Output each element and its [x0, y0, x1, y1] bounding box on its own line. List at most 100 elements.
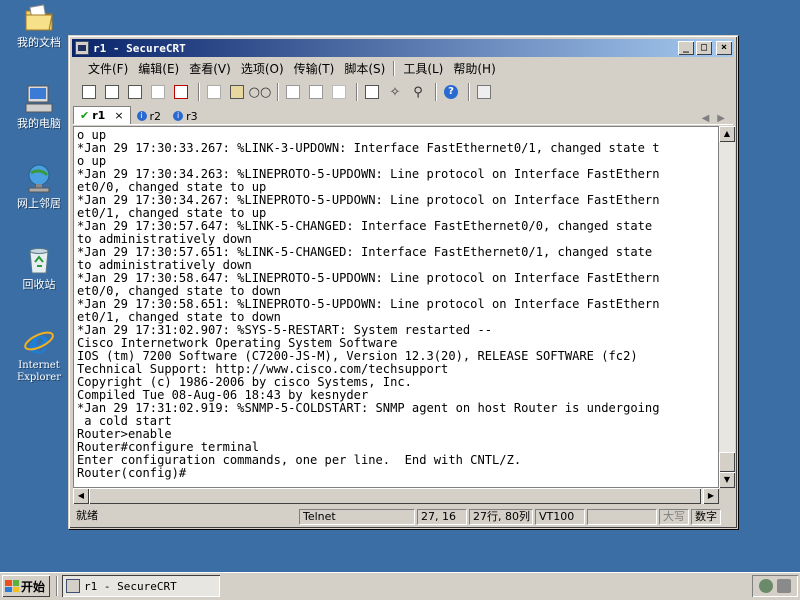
- map-keys-icon[interactable]: [474, 82, 494, 102]
- status-protocol: Telnet: [299, 509, 415, 525]
- toolbar-separator: [468, 83, 470, 101]
- status-caps-lock: 大写: [659, 509, 689, 525]
- tab-scroll-left-icon[interactable]: ◀: [702, 113, 710, 124]
- windows-flag-icon: [5, 580, 19, 592]
- menu-tools[interactable]: 工具(L): [398, 60, 448, 77]
- vertical-scrollbar[interactable]: ▲ ▼: [719, 126, 735, 488]
- desktop-icon-label: 网上邻居: [17, 197, 61, 210]
- menu-script[interactable]: 脚本(S): [339, 60, 390, 77]
- desktop-icon-label: Internet Explorer: [16, 360, 62, 383]
- disconnect-icon[interactable]: [171, 82, 191, 102]
- copy-icon[interactable]: [204, 82, 224, 102]
- tab-scroll-arrows: ◀ ▶: [702, 113, 733, 124]
- session-tab-bar: ✔ r1 × i r2 i r3 ◀ ▶: [73, 106, 733, 125]
- system-tray: [752, 575, 798, 597]
- tray-network-icon[interactable]: [759, 579, 773, 593]
- paste-icon[interactable]: [227, 82, 247, 102]
- securecrt-window: r1 - SecureCRT _ □ × 文件(F) 编辑(E) 查看(V) 选…: [68, 35, 738, 529]
- internet-explorer-icon: e: [24, 325, 54, 357]
- tab-label: r2: [149, 109, 162, 123]
- reconnect-icon[interactable]: [148, 82, 168, 102]
- scroll-thumb[interactable]: [719, 452, 735, 472]
- find-icon[interactable]: ○○: [249, 82, 272, 102]
- status-bar: 就绪 Telnet 27, 16 27行, 80列 VT100 大写 数字: [73, 508, 733, 526]
- maximize-button[interactable]: □: [696, 41, 712, 55]
- horizontal-scrollbar[interactable]: ◀ ▶: [73, 488, 719, 504]
- svg-text:e: e: [29, 325, 49, 357]
- start-button[interactable]: 开始: [2, 575, 50, 597]
- tray-volume-icon[interactable]: [777, 579, 791, 593]
- menu-edit[interactable]: 编辑(E): [133, 60, 184, 77]
- tab-scroll-right-icon[interactable]: ▶: [717, 113, 725, 124]
- taskbar: 开始 r1 - SecureCRT: [0, 572, 800, 600]
- terminal-line: a cold start: [77, 414, 172, 428]
- menu-file[interactable]: 文件(F): [83, 60, 133, 77]
- info-icon: i: [136, 111, 147, 121]
- recycle-bin-icon: [29, 248, 49, 274]
- tab-label: r1: [92, 109, 106, 122]
- connected-check-icon: ✔: [80, 109, 90, 122]
- print-selection-icon[interactable]: [306, 82, 326, 102]
- toolbar: ○○ ✧ ⚲ ?: [73, 80, 733, 104]
- menu-view[interactable]: 查看(V): [184, 60, 236, 77]
- tab-r3[interactable]: i r3: [167, 108, 204, 124]
- terminal-line: Router(config)#: [77, 466, 187, 480]
- menu-separator: [393, 60, 396, 76]
- tab-r2[interactable]: i r2: [131, 108, 168, 124]
- scroll-up-icon[interactable]: ▲: [719, 126, 735, 142]
- start-label: 开始: [21, 579, 46, 594]
- quick-connect-icon[interactable]: [102, 82, 122, 102]
- connect-icon[interactable]: [79, 82, 99, 102]
- terminal-output[interactable]: o up *Jan 29 17:30:33.267: %LINK-3-UPDOWN…: [73, 126, 719, 488]
- status-blank: [587, 509, 657, 525]
- tab-r1[interactable]: ✔ r1 ×: [73, 106, 131, 124]
- securecrt-app-icon: [75, 41, 89, 55]
- status-cursor: 27, 16: [417, 509, 467, 525]
- menu-help[interactable]: 帮助(H): [448, 60, 500, 77]
- key-generator-icon[interactable]: ⚲: [408, 82, 428, 102]
- taskbar-button-securecrt[interactable]: r1 - SecureCRT: [62, 575, 220, 597]
- network-places-icon: [28, 164, 50, 193]
- desktop-icon-my-documents[interactable]: 我的文档: [6, 2, 72, 49]
- menu-transfer[interactable]: 传输(T): [289, 60, 340, 77]
- info-icon: i: [173, 111, 184, 121]
- my-documents-folder-icon: [25, 4, 53, 31]
- window-title: r1 - SecureCRT: [93, 41, 186, 55]
- desktop-icon-label: 我的文档: [17, 36, 61, 49]
- toolbar-separator: [198, 83, 200, 101]
- menu-options[interactable]: 选项(O): [236, 60, 289, 77]
- scroll-right-icon[interactable]: ▶: [703, 488, 719, 504]
- desktop-icon-my-computer[interactable]: 我的电脑: [6, 83, 72, 130]
- status-size: 27行, 80列: [469, 509, 533, 525]
- horizontal-scroll-thumb[interactable]: [89, 488, 701, 504]
- desktop-icon-internet-explorer[interactable]: e Internet Explorer: [6, 325, 72, 384]
- print-setup-icon[interactable]: [329, 82, 349, 102]
- help-icon[interactable]: ?: [441, 82, 461, 102]
- scroll-down-icon[interactable]: ▼: [719, 472, 735, 488]
- terminal-line: *Jan 29 17:31:02.919: %SNMP-5-COLDSTART:…: [77, 401, 660, 415]
- taskbar-button-label: r1 - SecureCRT: [84, 579, 177, 593]
- status-emulation: VT100: [535, 509, 585, 525]
- toolbar-separator: [277, 83, 279, 101]
- status-ready: 就绪: [76, 509, 98, 522]
- print-icon[interactable]: [283, 82, 303, 102]
- window-titlebar[interactable]: r1 - SecureCRT _ □ ×: [72, 39, 734, 57]
- global-options-icon[interactable]: ✧: [385, 82, 405, 102]
- session-options-icon[interactable]: [362, 82, 382, 102]
- my-computer-icon: [25, 85, 53, 113]
- desktop-icon-label: 我的电脑: [17, 117, 61, 130]
- desktop-icon-recycle-bin[interactable]: 回收站: [6, 244, 72, 291]
- toolbar-separator: [435, 83, 437, 101]
- close-tab-icon[interactable]: ×: [114, 109, 123, 122]
- desktop-icon-network-places[interactable]: 网上邻居: [6, 163, 72, 210]
- close-button[interactable]: ×: [716, 41, 732, 55]
- securecrt-app-icon: [66, 579, 80, 593]
- taskbar-separator: [56, 576, 58, 596]
- minimize-button[interactable]: _: [678, 41, 694, 55]
- toolbar-separator: [356, 83, 358, 101]
- connect-in-tab-icon[interactable]: [125, 82, 145, 102]
- status-num-lock: 数字: [691, 509, 721, 525]
- desktop-icon-label: 回收站: [22, 278, 56, 291]
- menu-bar: 文件(F) 编辑(E) 查看(V) 选项(O) 传输(T) 脚本(S) 工具(L…: [83, 58, 733, 78]
- scroll-left-icon[interactable]: ◀: [73, 488, 89, 504]
